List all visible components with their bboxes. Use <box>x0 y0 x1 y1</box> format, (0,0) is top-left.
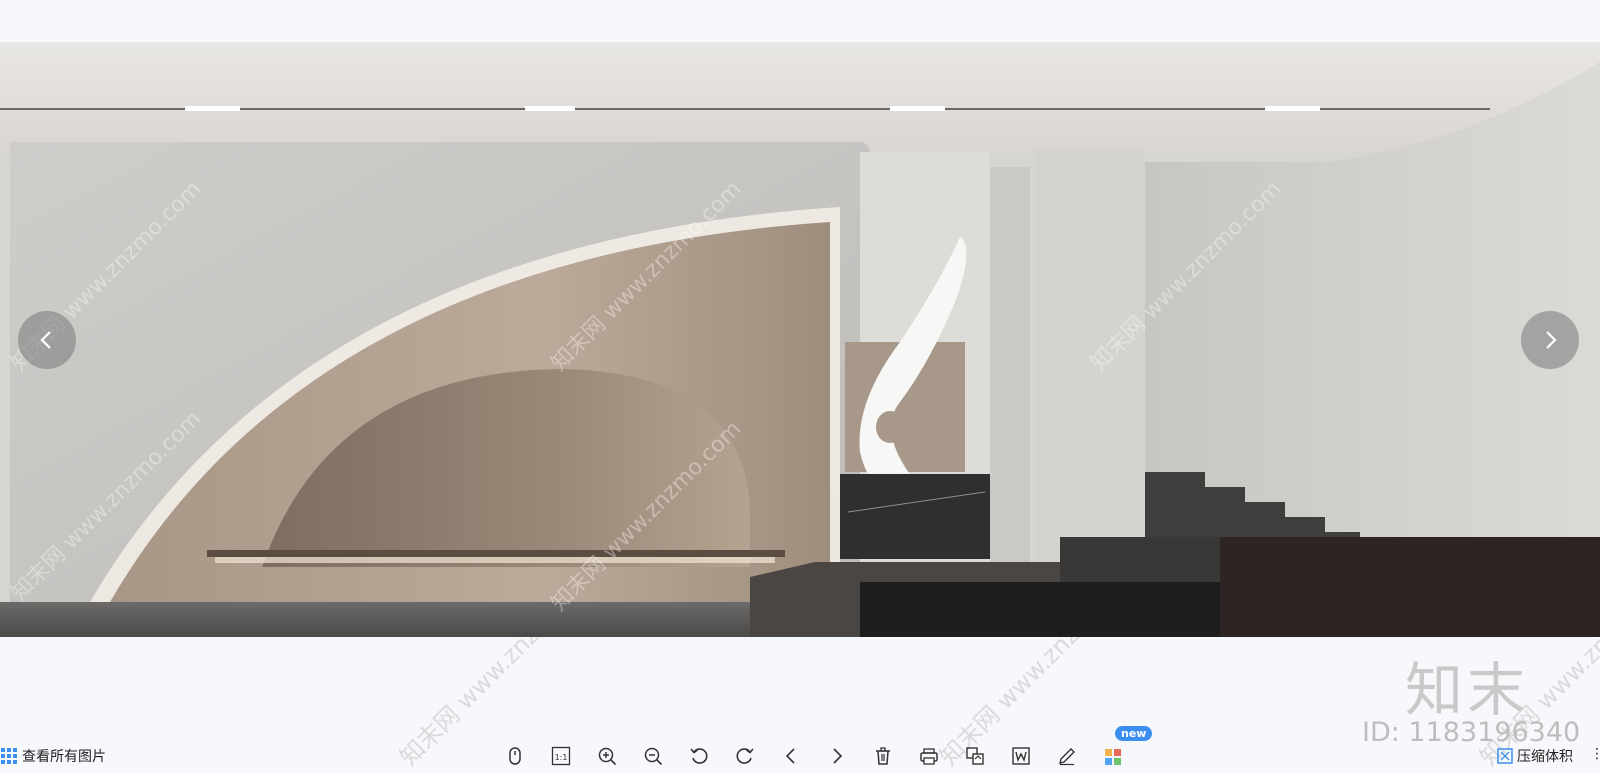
next-button[interactable] <box>814 744 860 768</box>
delete-icon <box>876 747 890 765</box>
apps-button[interactable]: new <box>1090 726 1153 768</box>
convert-button[interactable] <box>952 744 998 768</box>
to-word-button[interactable] <box>998 744 1044 768</box>
print-button[interactable] <box>906 744 952 768</box>
rotate-left-icon <box>690 748 708 764</box>
actual-size-icon: 1:1 <box>551 746 571 766</box>
previous-image-button[interactable] <box>18 311 76 369</box>
previous-button[interactable] <box>768 744 814 768</box>
compress-button[interactable]: 压缩体积 <box>1497 746 1573 766</box>
actual-size-button[interactable]: 1:1 <box>538 744 584 768</box>
view-all-images-button[interactable]: 查看所有图片 <box>0 746 106 766</box>
interior-photo: 知末网 www.znzmo.com 知末网 www.znzmo.com 知末网 … <box>0 42 1600 637</box>
more-menu-icon[interactable]: ⋮ <box>1590 746 1600 762</box>
main-image[interactable]: 知末网 www.znzmo.com 知末网 www.znzmo.com 知末网 … <box>0 42 1600 637</box>
zoom-out-button[interactable] <box>630 744 676 768</box>
edit-icon <box>1059 748 1075 766</box>
mouse-icon <box>509 747 521 765</box>
bottom-toolbar: 查看所有图片 1:1 new 压缩体积 ⋮ <box>0 726 1600 773</box>
compress-icon <box>1497 748 1513 764</box>
image-viewer: 知末网 www.znzmo.com 知末网 www.znzmo.com 知末网 … <box>0 0 1600 773</box>
delete-button[interactable] <box>860 744 906 768</box>
rotate-right-button[interactable] <box>722 744 768 768</box>
svg-text:1:1: 1:1 <box>555 753 568 762</box>
next-image-button[interactable] <box>1521 311 1579 369</box>
word-icon <box>1012 747 1030 765</box>
zoom-out-icon <box>644 747 663 766</box>
compress-label: 压缩体积 <box>1517 749 1573 765</box>
print-icon <box>920 748 938 765</box>
edit-button[interactable] <box>1044 744 1090 768</box>
convert-icon <box>966 747 984 765</box>
zoom-in-button[interactable] <box>584 744 630 768</box>
view-all-label: 查看所有图片 <box>22 749 106 765</box>
watermark-logo: 知末 <box>1405 656 1530 724</box>
apps-icon <box>1105 749 1121 765</box>
zoom-in-icon <box>598 747 617 766</box>
chevron-right-icon <box>1546 331 1557 349</box>
chevron-left-icon <box>40 331 51 349</box>
new-badge: new <box>1115 726 1153 741</box>
rotate-right-icon <box>736 748 754 764</box>
tool-group: 1:1 new <box>492 726 1153 768</box>
mouse-mode-button[interactable] <box>492 744 538 768</box>
grid-icon <box>1 748 17 764</box>
rotate-left-button[interactable] <box>676 744 722 768</box>
next-icon <box>833 748 843 764</box>
previous-icon <box>785 748 795 764</box>
